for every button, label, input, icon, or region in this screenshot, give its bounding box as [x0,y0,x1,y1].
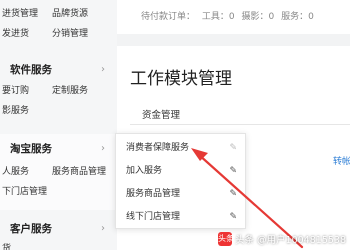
sidebar-item-purchase[interactable]: 发进货 [2,28,29,40]
section-underline [130,124,350,125]
chevron-right-icon[interactable]: › [101,64,105,76]
section-divider [117,34,350,46]
taobao-service-flyout: 消费者保障服务 ✎ 加入服务 ✎ 服务商品管理 ✎ 线下门店管理 ✎ [115,133,246,229]
sidebar-heading-customer[interactable]: 客户服务 [10,223,52,236]
pin-icon[interactable]: ✎ [229,161,237,181]
flyout-item-service-goods[interactable]: 服务商品管理 ✎ [116,184,245,204]
flyout-item-offline-store[interactable]: 线下门店管理 ✎ [116,207,245,227]
sidebar-item-purchase-manage[interactable]: 进货管理 [2,8,38,20]
pin-icon[interactable]: ✎ [229,138,237,158]
flyout-item-consumer-protection[interactable]: 消费者保障服务 ✎ [116,138,245,158]
flyout-item-label: 加入服务 [126,166,163,176]
flyout-item-label: 线下门店管理 [126,212,181,222]
screen: 进货管理 品牌货源 发进货 分销管理 软件服务 › 要订购 定制服务 影服务 淘… [0,0,350,250]
sidebar-item-photo[interactable]: 影服务 [2,105,29,117]
transfer-link[interactable]: 转帐 [333,154,350,167]
stat-service: 服务：0 [281,12,314,22]
chevron-right-icon[interactable]: › [101,143,105,155]
watermark-text: 头条 @用户1004815538 [235,235,346,246]
sidebar-item-offline-store[interactable]: 下门店管理 [2,186,47,198]
pin-icon[interactable]: ✎ [229,207,237,227]
order-stats: 待付款订单： 工具：0 摄影：0 服务：0 [141,9,318,22]
sidebar-item-distribution[interactable]: 分销管理 [52,28,88,40]
flyout-item-label: 服务商品管理 [126,189,181,199]
flyout-item-label: 消费者保障服务 [126,143,190,153]
chevron-right-icon[interactable]: › [101,223,105,235]
pin-icon[interactable]: ✎ [229,184,237,204]
stat-tools: 工具：0 [201,12,235,22]
sidebar-item-goods[interactable]: 货 [2,243,11,250]
sidebar-item-order[interactable]: 要订购 [2,85,29,97]
page-title: 工作模块管理 [130,69,232,89]
sidebar-heading-taobao[interactable]: 淘宝服务 [10,143,52,156]
sidebar-item-brand-supply[interactable]: 品牌货源 [52,8,88,20]
watermark-logo-icon: 头条 [218,232,234,246]
stat-pending: 待付款订单： [141,12,196,22]
sidebar-heading-software[interactable]: 软件服务 [10,64,52,77]
sidebar-item-join-service[interactable]: 人服务 [2,166,29,178]
flyout-item-join-service[interactable]: 加入服务 ✎ [116,161,245,181]
watermark: 头条 头条 @用户1004815538 [218,232,346,246]
sidebar-item-custom[interactable]: 定制服务 [52,85,88,97]
sidebar-item-service-goods[interactable]: 服务商品管理 [52,166,106,178]
section-title-funds[interactable]: 资金管理 [142,107,180,121]
stat-photo: 摄影：0 [241,12,275,22]
